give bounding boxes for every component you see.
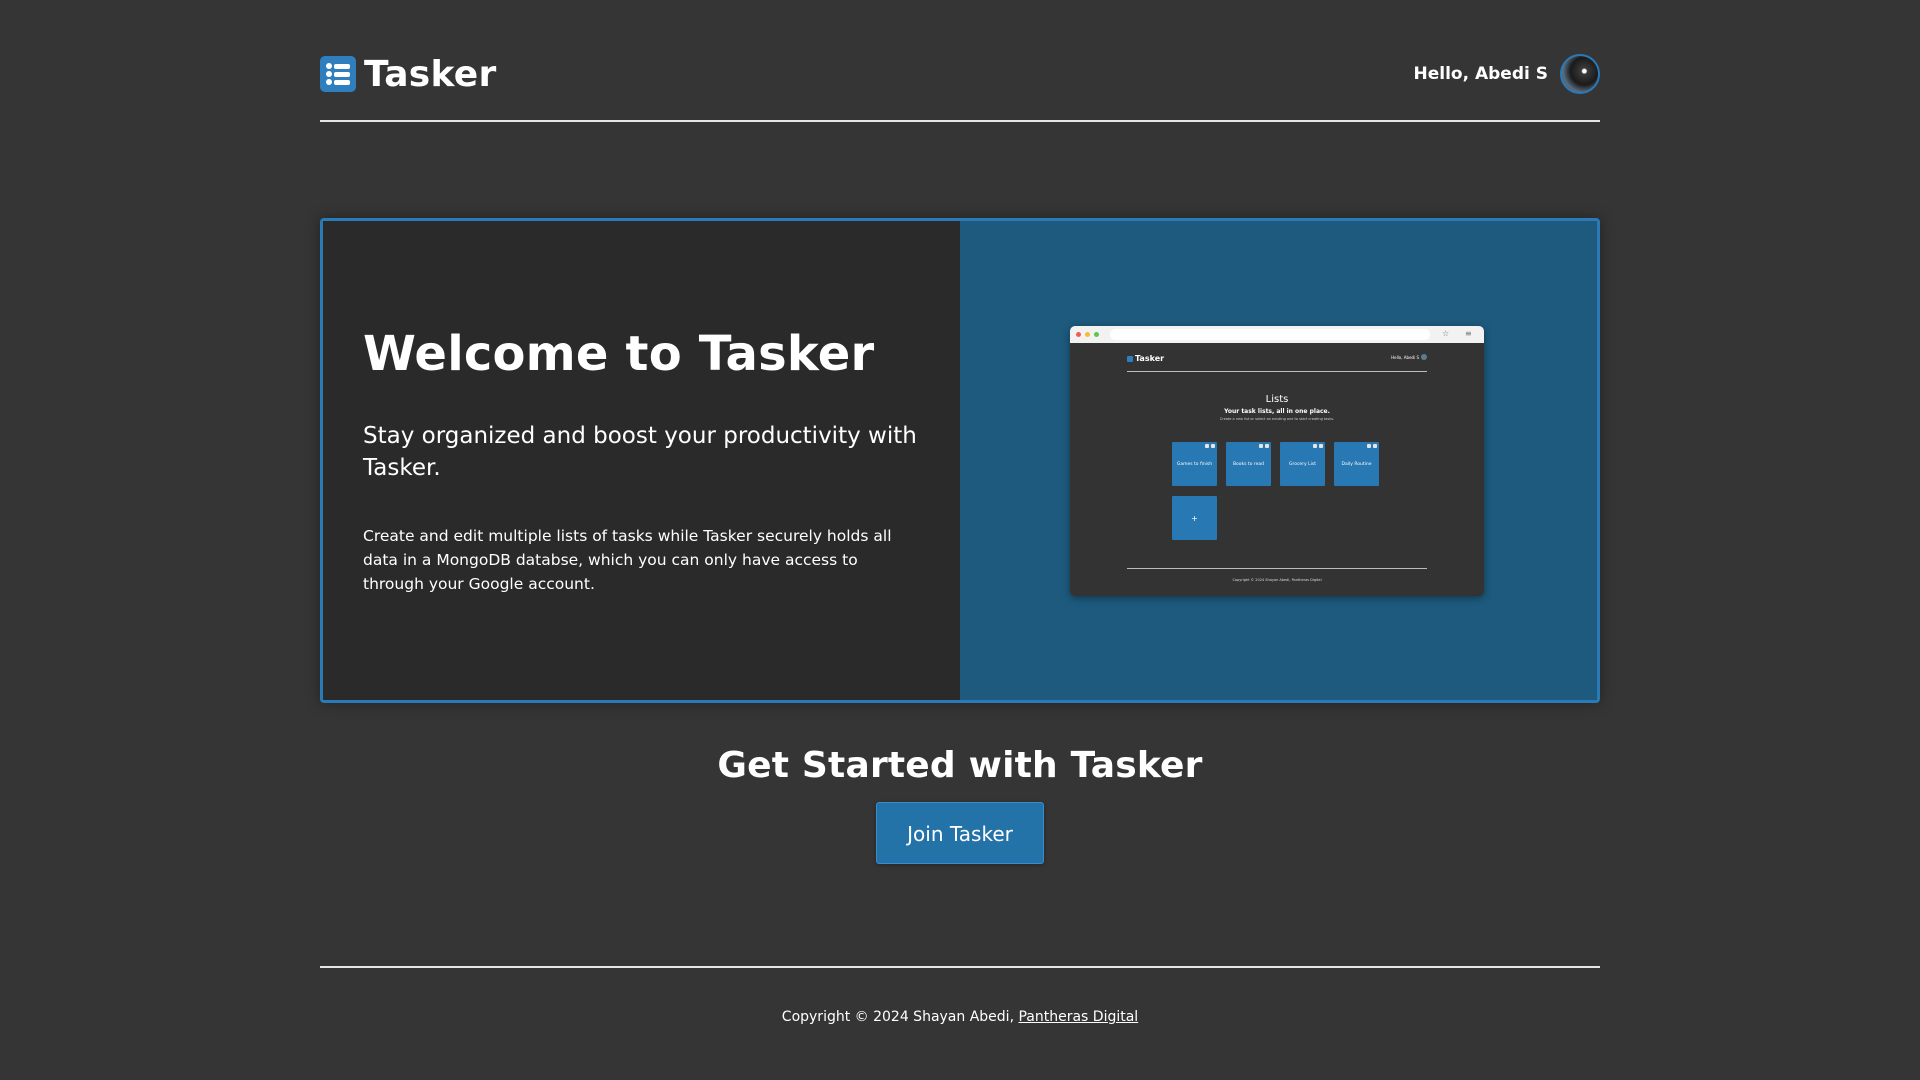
hero-text-panel: Welcome to Tasker Stay organized and boo… [323,221,960,700]
minimize-dot-icon [1085,332,1090,337]
user-menu[interactable]: Hello, Abedi S [1414,54,1600,94]
copyright-text: Copyright © 2024 Shayan Abedi, [781,1009,1019,1025]
preview-user: Hello, Abedi S [1391,354,1427,360]
brand[interactable]: Tasker [320,54,497,95]
app-preview-screenshot: ☆ ≡ Tasker Hello, Abedi S Lists Your tas… [1070,326,1484,596]
preview-list-card: Games to finish [1172,442,1217,486]
preview-list-card: Grocery List [1280,442,1325,486]
plus-icon: + [1191,513,1198,523]
preview-footer: Copyright © 2024 Shayan Abedi, Pantheras… [1232,578,1322,582]
preview-brand: Tasker [1127,354,1164,363]
preview-card-label: Games to finish [1176,461,1213,467]
preview-brand-title: Tasker [1135,354,1165,363]
preview-greeting: Hello, Abedi S [1391,354,1419,360]
preview-lists-subtitle: Your task lists, all in one place. [1224,408,1330,415]
star-icon: ☆ [1442,329,1450,338]
preview-card-label: Books to read [1232,461,1265,467]
avatar[interactable] [1560,54,1600,94]
card-actions-icon [1259,444,1269,448]
preview-header: Tasker Hello, Abedi S [1127,354,1427,372]
cta-section: Get Started with Tasker Join Tasker [320,745,1600,864]
url-bar [1110,329,1430,340]
hero-subtitle: Stay organized and boost your productivi… [363,423,917,481]
hero-title: Welcome to Tasker [363,326,875,382]
close-dot-icon [1076,332,1081,337]
hero-image-panel: ☆ ≡ Tasker Hello, Abedi S Lists Your tas… [960,221,1597,700]
preview-avatar [1421,354,1427,360]
preview-card-label: Daily Routine [1341,461,1372,467]
card-actions-icon [1205,444,1215,448]
card-actions-icon [1367,444,1377,448]
menu-icon: ≡ [1465,329,1472,338]
join-tasker-button[interactable]: Join Tasker [876,802,1044,864]
preview-add-card: + [1172,496,1217,540]
preview-list-card: Daily Routine [1334,442,1379,486]
cta-title: Get Started with Tasker [717,745,1203,786]
hero-section: Welcome to Tasker Stay organized and boo… [320,218,1600,703]
card-actions-icon [1313,444,1323,448]
preview-list-card: Books to read [1226,442,1271,486]
preview-lists-hint: Create a new list or select an existing … [1219,417,1335,421]
preview-divider [1127,568,1427,569]
site-header: Tasker Hello, Abedi S [320,34,1600,122]
hero-description: Create and edit multiple lists of tasks … [363,527,892,593]
preview-card-label: Grocery List [1288,461,1317,467]
brand-title: Tasker [364,53,497,95]
site-footer: Copyright © 2024 Shayan Abedi, Pantheras… [320,966,1600,1025]
list-icon [320,56,356,92]
preview-list-icon [1127,355,1133,362]
browser-chrome: ☆ ≡ [1070,326,1484,343]
maximize-dot-icon [1094,332,1099,337]
user-greeting: Hello, Abedi S [1413,64,1548,84]
preview-lists-title: Lists [1265,394,1289,405]
pantheras-digital-link[interactable]: Pantheras Digital [1018,1009,1138,1025]
